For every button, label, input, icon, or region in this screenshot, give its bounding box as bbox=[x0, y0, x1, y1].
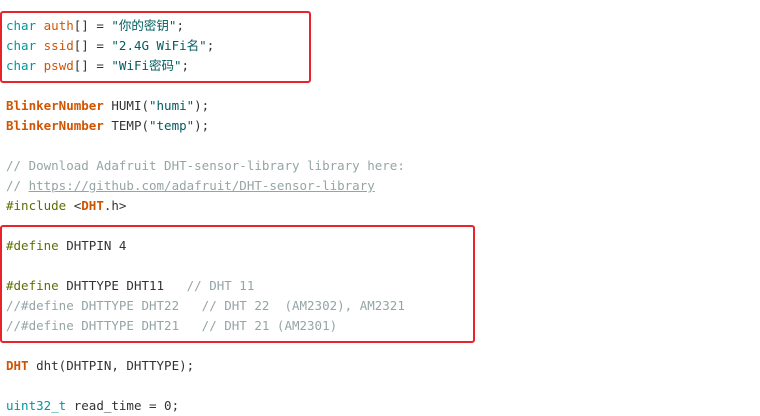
code-line-temp: BlinkerNumber TEMP("temp"); bbox=[6, 118, 210, 133]
code-line-comment-dht21: //#define DHTTYPE DHT21 // DHT 21 (AM230… bbox=[6, 316, 405, 336]
type-keyword: char bbox=[6, 38, 37, 53]
comment: //#define DHTTYPE DHT22 // DHT 22 (AM230… bbox=[6, 298, 405, 313]
code-editor: char auth[] = "你的密钥"; char ssid[] = "2.4… bbox=[6, 16, 405, 416]
string-literal: "WiFi密码" bbox=[111, 58, 182, 73]
code-line-read-time: uint32_t read_time = 0; bbox=[6, 398, 180, 413]
comment: // Download Adafruit DHT-sensor-library … bbox=[6, 158, 405, 173]
comment: // bbox=[6, 178, 29, 193]
code-line-comment-dht22: //#define DHTTYPE DHT22 // DHT 22 (AM230… bbox=[6, 296, 405, 316]
class-name: BlinkerNumber bbox=[6, 98, 104, 113]
code-line-humi: BlinkerNumber HUMI("humi"); bbox=[6, 98, 210, 113]
variable-name: pswd bbox=[43, 58, 74, 73]
string-literal: "temp" bbox=[149, 118, 195, 133]
class-name: DHT bbox=[6, 358, 29, 373]
preprocessor-directive: #include bbox=[6, 198, 67, 213]
code-line-comment-link: // https://github.com/adafruit/DHT-senso… bbox=[6, 176, 405, 196]
library-link[interactable]: https://github.com/adafruit/DHT-sensor-l… bbox=[29, 178, 375, 193]
string-literal: "humi" bbox=[149, 98, 195, 113]
code-line-dht-object: DHT dht(DHTPIN, DHTTYPE); bbox=[6, 358, 195, 373]
preprocessor-directive: #define bbox=[6, 278, 59, 293]
class-name: BlinkerNumber bbox=[6, 118, 104, 133]
code-line-ssid: char ssid[] = "2.4G WiFi名"; bbox=[6, 38, 215, 53]
string-literal: "2.4G WiFi名" bbox=[111, 38, 207, 53]
string-literal: "你的密钥" bbox=[111, 18, 177, 33]
type-keyword: uint32_t bbox=[6, 398, 67, 413]
variable-name: ssid bbox=[43, 38, 74, 53]
variable-name: auth bbox=[43, 18, 74, 33]
type-keyword: char bbox=[6, 18, 37, 33]
class-name: DHT bbox=[81, 198, 104, 213]
code-line-define-dhtpin: #define DHTPIN 4 bbox=[6, 238, 127, 253]
comment: // DHT 11 bbox=[186, 278, 255, 293]
code-line-include: #include <DHT.h> bbox=[6, 198, 127, 213]
code-line-comment-download: // Download Adafruit DHT-sensor-library … bbox=[6, 156, 405, 176]
code-line-pswd: char pswd[] = "WiFi密码"; bbox=[6, 58, 190, 73]
code-line-define-dhttype: #define DHTTYPE DHT11 // DHT 11 bbox=[6, 278, 255, 293]
code-line-auth: char auth[] = "你的密钥"; bbox=[6, 18, 184, 33]
comment: //#define DHTTYPE DHT21 // DHT 21 (AM230… bbox=[6, 318, 338, 333]
preprocessor-directive: #define bbox=[6, 238, 59, 253]
type-keyword: char bbox=[6, 58, 37, 73]
